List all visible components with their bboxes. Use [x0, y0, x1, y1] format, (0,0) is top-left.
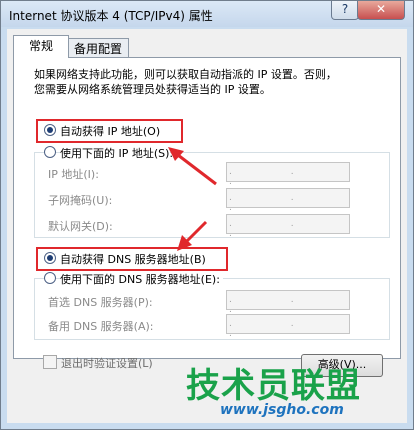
alternate-dns-label: 备用 DNS 服务器(A):	[48, 320, 154, 333]
title-bar: Internet 协议版本 4 (TCP/IPv4) 属性 ? ✕	[1, 1, 413, 27]
window-title: Internet 协议版本 4 (TCP/IPv4) 属性	[9, 9, 213, 23]
preferred-dns-field[interactable]: . . .	[226, 290, 350, 315]
watermark-url: www.jsgho.com	[220, 402, 344, 418]
help-button[interactable]: ?	[331, 1, 359, 20]
auto-ip-label: 自动获得 IP 地址(O)	[60, 125, 161, 138]
annotation-arrow-ip	[168, 147, 217, 186]
ip-address-label: IP 地址(I):	[48, 168, 99, 181]
close-button[interactable]: ✕	[357, 1, 405, 20]
subnet-mask-field[interactable]: . . .	[226, 188, 350, 213]
tab-alternate-config[interactable]: 备用配置	[67, 38, 129, 59]
validate-settings-checkbox[interactable]	[43, 355, 57, 369]
manual-dns-label: 使用下面的 DNS 服务器地址(E):	[60, 271, 223, 287]
ip-address-field[interactable]: . . .	[226, 162, 350, 187]
validate-settings-label: 退出时验证设置(L)	[61, 357, 153, 370]
default-gateway-field[interactable]: . . .	[226, 214, 350, 239]
watermark-logo-text: 技术员联盟	[186, 366, 361, 406]
default-gateway-label: 默认网关(D):	[48, 220, 113, 233]
radio-auto-ip[interactable]	[44, 124, 56, 136]
tab-panel-general: 如果网络支持此功能，则可以获取自动指派的 IP 设置。否则， 您需要从网络系统管…	[13, 57, 401, 359]
preferred-dns-label: 首选 DNS 服务器(P):	[48, 296, 153, 309]
manual-ip-label: 使用下面的 IP 地址(S):	[60, 145, 177, 161]
subnet-mask-label: 子网掩码(U):	[48, 194, 113, 207]
radio-manual-dns[interactable]	[44, 272, 56, 284]
radio-manual-ip[interactable]	[44, 146, 56, 158]
annotation-arrow-dns	[177, 220, 208, 251]
alternate-dns-field[interactable]: . . .	[226, 314, 350, 339]
description-line-2: 您需要从网络系统管理员处获得适当的 IP 设置。	[34, 83, 271, 96]
tab-general[interactable]: 常规	[13, 35, 69, 58]
radio-auto-dns[interactable]	[44, 252, 56, 264]
description-line-1: 如果网络支持此功能，则可以获取自动指派的 IP 设置。否则，	[34, 68, 337, 81]
